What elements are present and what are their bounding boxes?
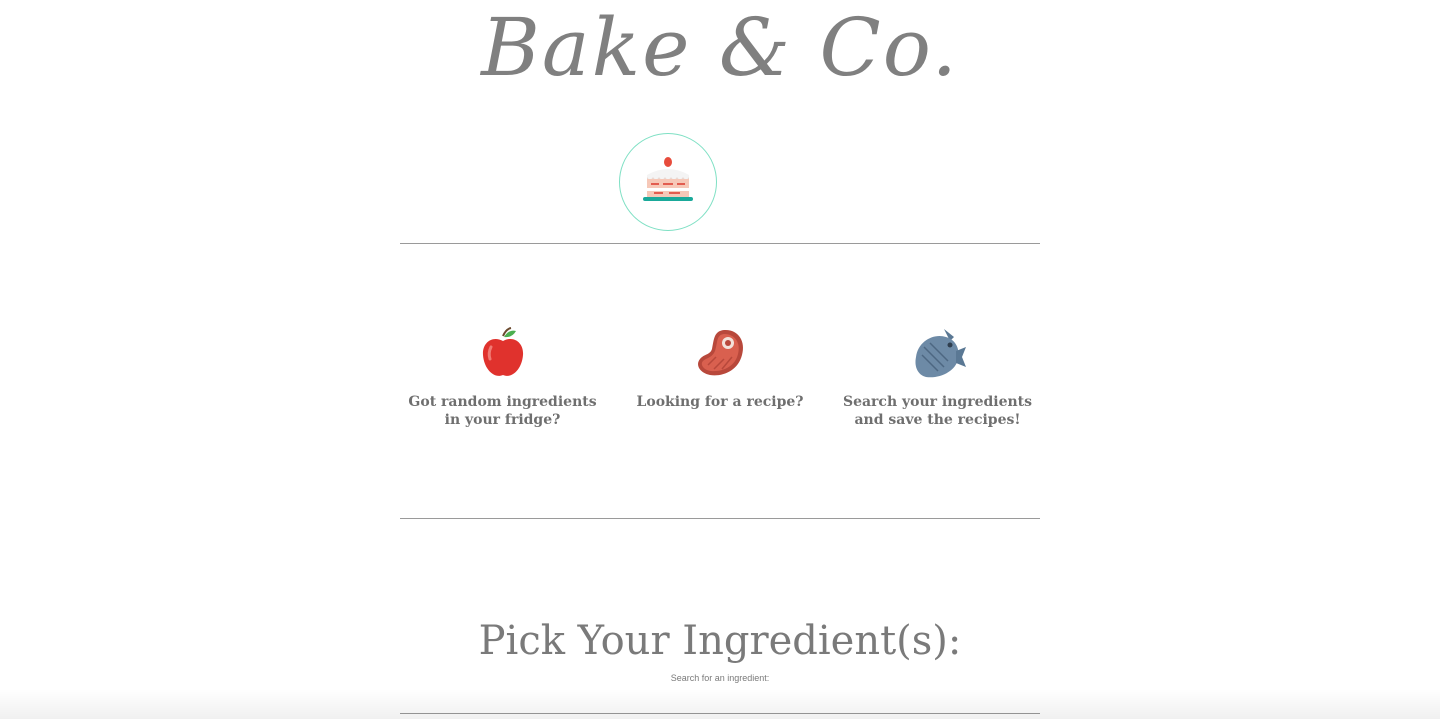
logo-badge[interactable] bbox=[619, 133, 717, 231]
feature-item: Looking for a recipe? bbox=[618, 323, 823, 429]
feature-item: Got random ingredients in your fridge? bbox=[400, 323, 605, 429]
divider-middle bbox=[400, 518, 1040, 519]
steak-icon bbox=[618, 323, 823, 379]
apple-icon bbox=[400, 323, 605, 379]
search-label: Search for an ingredient: bbox=[670, 673, 770, 683]
features-row: Got random ingredients in your fridge? L… bbox=[400, 323, 1040, 429]
feature-text: Got random ingredients in your fridge? bbox=[408, 394, 597, 428]
feature-text: Search your ingredients and save the rec… bbox=[842, 394, 1033, 428]
bottom-shadow bbox=[0, 689, 1440, 719]
feature-text: Looking for a recipe? bbox=[636, 394, 804, 410]
cake-icon bbox=[642, 155, 694, 209]
feature-item: Search your ingredients and save the rec… bbox=[835, 323, 1040, 429]
fish-icon bbox=[835, 323, 1040, 379]
divider-top bbox=[400, 243, 1040, 244]
brand-title: Bake & Co. bbox=[481, 1, 959, 94]
pick-ingredients-title: Pick Your Ingredient(s): bbox=[478, 618, 962, 664]
divider-bottom bbox=[400, 713, 1040, 714]
